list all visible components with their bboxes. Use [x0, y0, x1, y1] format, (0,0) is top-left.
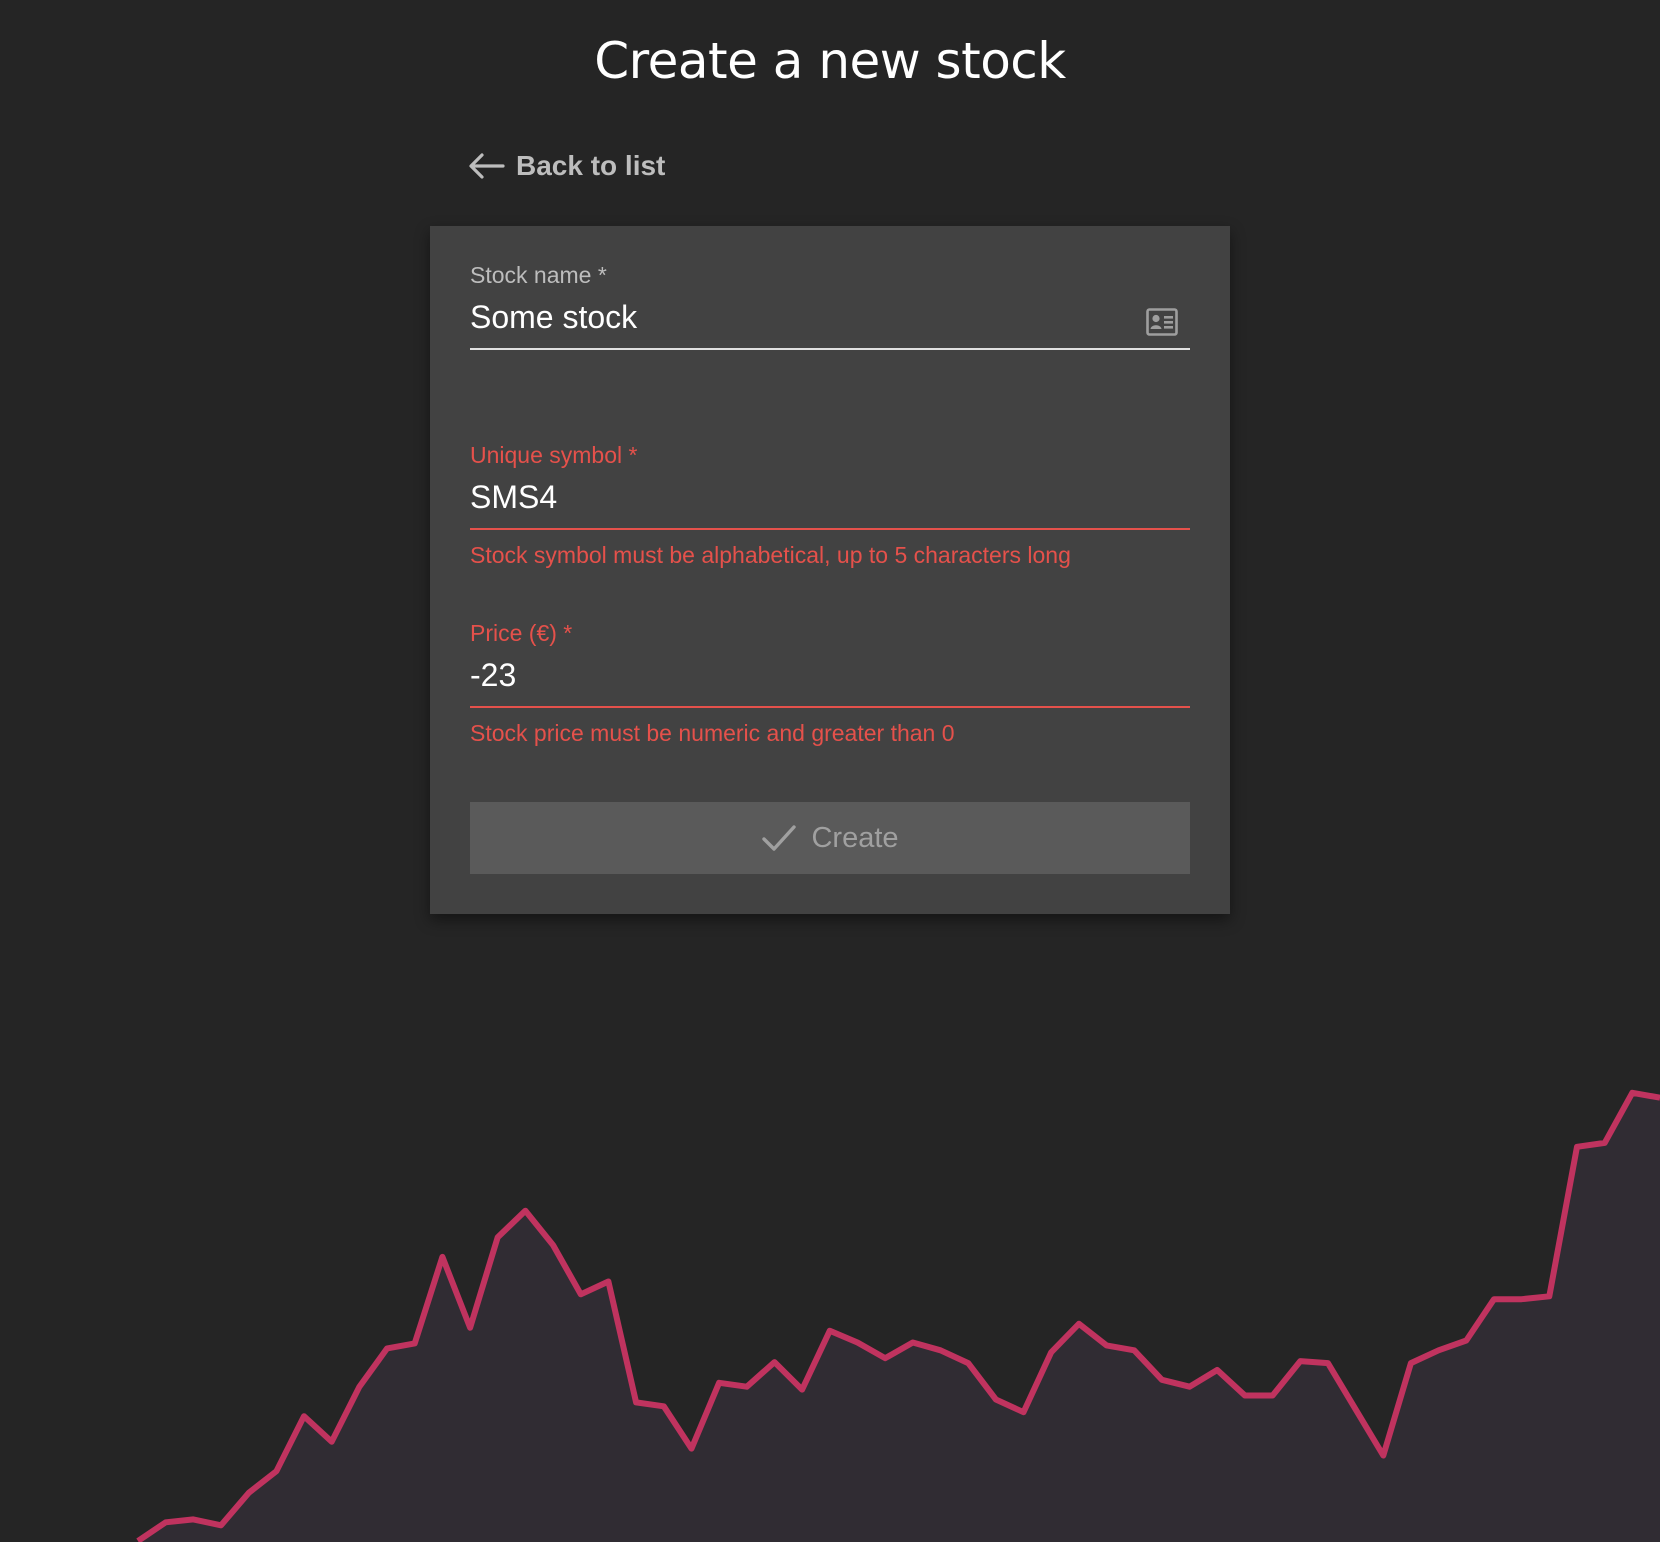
- price-field: Price (€) * Stock price must be numeric …: [470, 620, 1190, 747]
- symbol-label: Unique symbol *: [470, 442, 638, 468]
- stock-name-input[interactable]: [470, 289, 1190, 350]
- background-chart-area: [138, 1092, 1660, 1542]
- price-error-message: Stock price must be numeric and greater …: [470, 720, 955, 746]
- price-label: Price (€) *: [470, 620, 573, 646]
- arrow-left-icon: [469, 153, 505, 179]
- price-input[interactable]: [470, 647, 1190, 708]
- back-to-list-link[interactable]: Back to list: [466, 150, 665, 182]
- background-chart: [136, 1089, 1660, 1542]
- symbol-field: Unique symbol * Stock symbol must be alp…: [470, 442, 1190, 569]
- contact-card-icon[interactable]: [1146, 308, 1178, 336]
- back-to-list-label: Back to list: [516, 150, 666, 181]
- check-icon: [762, 825, 797, 851]
- symbol-error-message: Stock symbol must be alphabetical, up to…: [470, 542, 1071, 568]
- page-title: Create a new stock: [594, 32, 1066, 90]
- stock-name-label: Stock name *: [470, 262, 607, 288]
- create-stock-form: Stock name * Unique symbol * Stock symbo…: [430, 226, 1230, 914]
- create-button-label: Create: [811, 821, 899, 854]
- create-button[interactable]: Create: [470, 802, 1190, 874]
- page: Create a new stock Back to list Stock na…: [0, 0, 1660, 1542]
- stock-name-field: Stock name *: [470, 262, 1190, 350]
- symbol-input[interactable]: [470, 469, 1190, 530]
